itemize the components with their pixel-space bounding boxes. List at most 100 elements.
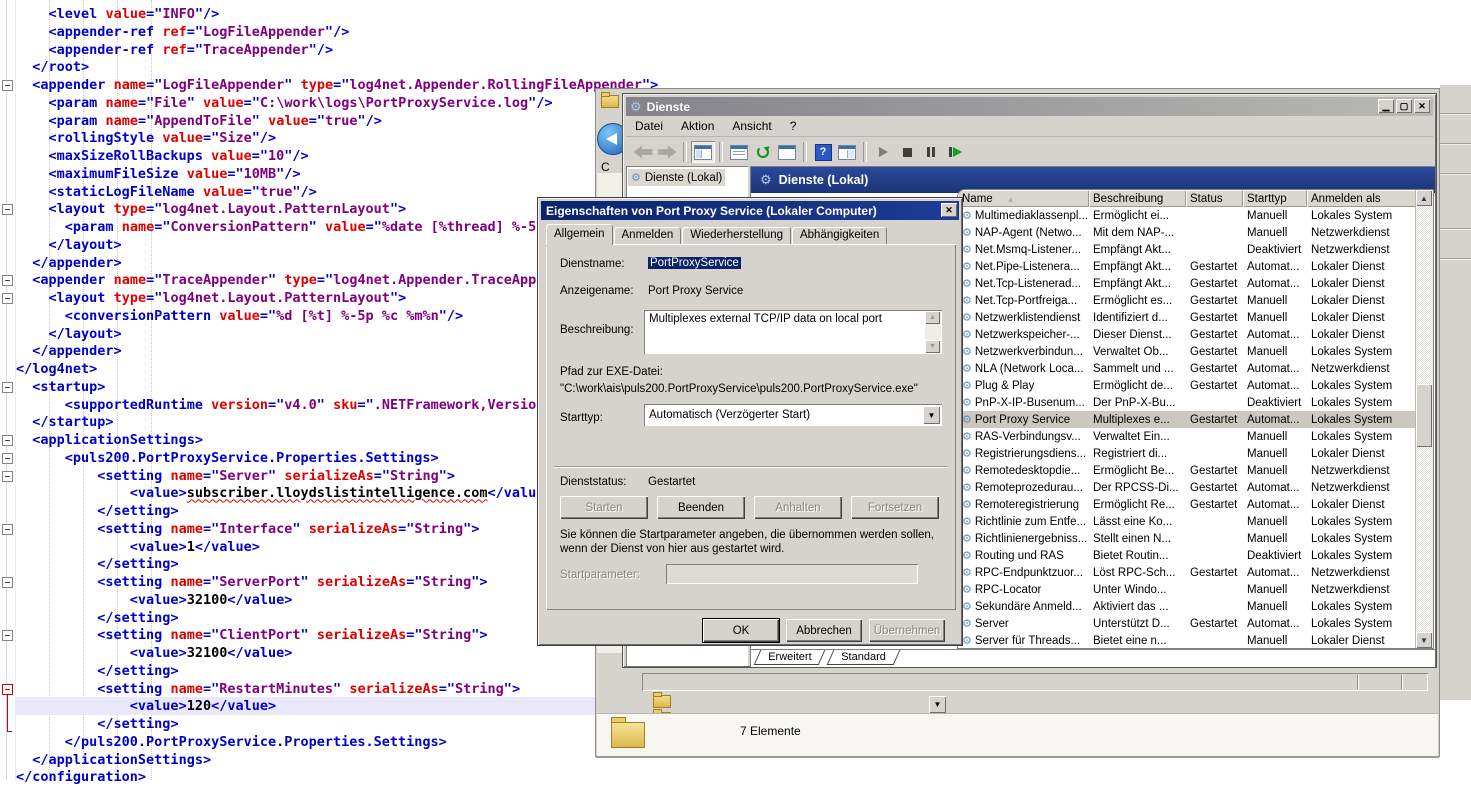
beenden-button[interactable]: Beenden <box>657 496 745 519</box>
code-line[interactable]: <puls200.PortProxyService.Properties.Set… <box>16 449 439 467</box>
forward-icon[interactable] <box>655 141 679 163</box>
tree-item-dienste-lokal[interactable]: ⚙ Dienste (Lokal) <box>628 169 725 186</box>
code-line[interactable]: <setting name="RestartMinutes" serialize… <box>16 680 520 698</box>
close-button[interactable]: ✕ <box>1414 99 1430 113</box>
fold-collapse-icon[interactable] <box>2 524 13 535</box>
code-line[interactable]: <conversionPattern value="%d [%t] %-5p %… <box>16 307 463 325</box>
tab-allgemein[interactable]: Allgemein <box>546 224 613 245</box>
code-line[interactable]: <applicationSettings> <box>16 431 203 449</box>
service-row[interactable]: ⚙NLA (Network Loca...Sammelt und ...Gest… <box>958 360 1433 377</box>
refresh-icon[interactable] <box>751 141 775 163</box>
fold-collapse-icon[interactable] <box>2 293 13 304</box>
folder-list-item[interactable] <box>653 693 671 709</box>
service-row[interactable]: ⚙NAP-Agent (Netwo...Mit dem NAP-...Manue… <box>958 224 1433 241</box>
fold-collapse-icon[interactable] <box>2 80 13 91</box>
service-row[interactable]: ⚙Net.Msmq-Listener...Empfängt Akt...Deak… <box>958 241 1433 258</box>
service-row[interactable]: ⚙ServerUnterstützt D...GestartetAutomat.… <box>958 615 1433 632</box>
column-header-starttyp[interactable]: Starttyp <box>1243 190 1307 207</box>
scroll-down-button[interactable]: ▼ <box>925 340 940 353</box>
code-line[interactable]: <appender name="TraceAppender" type="log… <box>16 271 593 289</box>
service-row[interactable]: ⚙Net.Tcp-Portfreiga...Ermöglicht es...Ge… <box>958 292 1433 309</box>
code-line[interactable]: </root> <box>16 58 89 76</box>
pause-service-icon[interactable] <box>919 141 943 163</box>
dropdown-arrow-button[interactable]: ▼ <box>929 696 946 713</box>
code-line[interactable]: <appender name="LogFileAppender" type="l… <box>16 76 658 94</box>
column-header-beschreibung[interactable]: Beschreibung <box>1089 190 1186 207</box>
code-line[interactable]: </startup> <box>16 413 114 431</box>
code-line[interactable]: <supportedRuntime version="v4.0" sku=".N… <box>16 396 609 414</box>
service-row[interactable]: ⚙PnP-X-IP-Busenum...Der PnP-X-Bu...Deakt… <box>958 394 1433 411</box>
service-row[interactable]: ⚙Richtlinie zum Entfe...Lässt eine Ko...… <box>958 513 1433 530</box>
code-line[interactable]: <value>32100</value> <box>16 644 292 662</box>
service-row[interactable]: ⚙Richtlinienergebniss...Stellt einen N..… <box>958 530 1433 547</box>
start-service-icon[interactable] <box>871 141 895 163</box>
tab-standard[interactable]: Standard <box>827 650 900 665</box>
code-line[interactable]: </setting> <box>16 715 179 733</box>
scrollbar-thumb[interactable] <box>1416 384 1432 447</box>
abbrechen-button[interactable]: Abbrechen <box>786 619 862 642</box>
fortsetzen-button[interactable]: Fortsetzen <box>851 496 939 519</box>
service-row[interactable]: ⚙Registrierungsdiens...Registriert di...… <box>958 445 1433 462</box>
service-row[interactable]: ⚙Remoteprozedurau...Der RPCSS-Di...Gesta… <box>958 479 1433 496</box>
code-line[interactable]: <value>120</value> <box>16 697 596 715</box>
properties-icon[interactable] <box>727 141 751 163</box>
fold-collapse-icon[interactable] <box>2 435 13 446</box>
service-row[interactable]: ⚙Port Proxy ServiceMultiplexes e...Gesta… <box>958 411 1433 428</box>
starttyp-combobox[interactable]: Automatisch (Verzögerter Start) ▼ <box>644 404 942 426</box>
code-line[interactable]: <startup> <box>16 378 105 396</box>
service-row[interactable]: ⚙NetzwerklistendienstIdentifiziert d...G… <box>958 309 1433 326</box>
code-line[interactable]: <param name="AppendToFile" value="true"/… <box>16 112 382 130</box>
export-list-icon[interactable] <box>775 141 799 163</box>
dialog-titlebar[interactable]: Eigenschaften von Port Proxy Service (Lo… <box>541 201 959 220</box>
column-header-status[interactable]: Status <box>1186 190 1243 207</box>
code-line[interactable]: <setting name="ClientPort" serializeAs="… <box>16 626 488 644</box>
service-row[interactable]: ⚙Netzwerkspeicher-...Dieser Dienst...Ges… <box>958 326 1433 343</box>
tab-anmelden[interactable]: Anmelden <box>614 227 682 245</box>
scroll-up-button[interactable]: ▲ <box>1416 190 1432 206</box>
startparameter-input[interactable] <box>666 564 918 584</box>
help-icon[interactable]: ? <box>811 141 835 163</box>
code-line[interactable]: <layout type="log4net.Layout.PatternLayo… <box>16 289 406 307</box>
services-titlebar[interactable]: ⚙ Dienste ▁ ▢ ✕ <box>626 97 1433 116</box>
code-line[interactable]: </layout> <box>16 236 122 254</box>
service-row[interactable]: ⚙Multimediaklassenpl...Ermöglicht ei...M… <box>958 207 1433 224</box>
code-line[interactable]: </setting> <box>16 555 179 573</box>
code-line[interactable]: <appender-ref ref="TraceAppender"/> <box>16 41 333 59</box>
fold-collapse-icon[interactable] <box>2 275 13 286</box>
code-line[interactable]: <value>32100</value> <box>16 591 292 609</box>
code-line[interactable]: <level value="INFO"/> <box>16 5 219 23</box>
beschreibung-scrollbar[interactable]: ▲ ▼ <box>925 311 941 353</box>
column-header-anmelden-als[interactable]: Anmelden als <box>1307 190 1417 207</box>
fold-collapse-icon[interactable] <box>2 630 13 641</box>
code-line[interactable]: </appender> <box>16 254 122 272</box>
code-line[interactable]: <layout type="log4net.Layout.PatternLayo… <box>16 200 406 218</box>
service-row[interactable]: ⚙Routing und RASBietet Routin...Deaktivi… <box>958 547 1433 564</box>
code-line[interactable]: </setting> <box>16 502 179 520</box>
code-line[interactable]: <setting name="Interface" serializeAs="S… <box>16 520 479 538</box>
code-line[interactable]: </configuration> <box>16 768 146 786</box>
ok-button[interactable]: OK <box>703 619 779 642</box>
fold-collapse-icon[interactable] <box>2 382 13 393</box>
minimize-button[interactable]: ▁ <box>1378 99 1394 113</box>
beschreibung-textbox[interactable]: Multiplexes external TCP/IP data on loca… <box>644 310 942 354</box>
tab-abhaengigkeiten[interactable]: Abhängigkeiten <box>792 227 887 245</box>
show-console-tree-icon[interactable] <box>691 141 715 163</box>
service-row[interactable]: ⚙Sekundäre Anmeld...Aktiviert das ...Man… <box>958 598 1433 615</box>
code-line[interactable]: </layout> <box>16 325 122 343</box>
maximize-button[interactable]: ▢ <box>1396 99 1412 113</box>
back-icon[interactable] <box>631 141 655 163</box>
menu-aktion[interactable]: Aktion <box>672 117 723 135</box>
service-row[interactable]: ⚙Plug & PlayErmöglicht de...GestartetAut… <box>958 377 1433 394</box>
code-line[interactable]: </puls200.PortProxyService.Properties.Se… <box>16 733 447 751</box>
column-header-name[interactable]: Name▲ <box>958 190 1089 207</box>
tab-erweitert[interactable]: Erweitert <box>754 650 826 665</box>
menu-ansicht[interactable]: Ansicht <box>723 117 780 135</box>
service-row[interactable]: ⚙RPC-LocatorUnter Windo...ManuellNetzwer… <box>958 581 1433 598</box>
code-line[interactable]: </appender> <box>16 342 122 360</box>
scroll-down-button[interactable]: ▼ <box>1416 632 1432 648</box>
service-row[interactable]: ⚙Net.Pipe-Listenera...Empfängt Akt...Ges… <box>958 258 1433 275</box>
code-line[interactable]: </setting> <box>16 609 179 627</box>
uebernehmen-button[interactable]: Übernehmen <box>869 619 945 642</box>
stop-service-icon[interactable] <box>895 141 919 163</box>
anhalten-button[interactable]: Anhalten <box>754 496 842 519</box>
